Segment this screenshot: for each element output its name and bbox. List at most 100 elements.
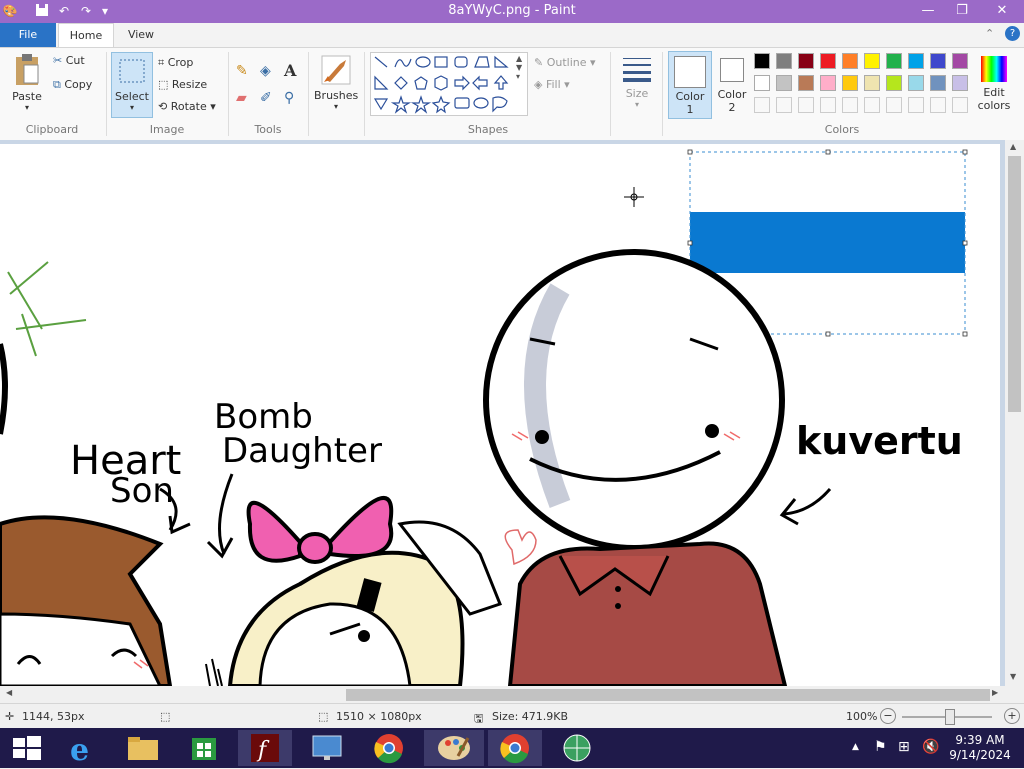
custom-color-slot[interactable] bbox=[798, 97, 814, 113]
chrome-button[interactable] bbox=[362, 730, 416, 766]
custom-color-slot[interactable] bbox=[864, 97, 880, 113]
copy-button[interactable]: ⧉ Copy bbox=[53, 78, 92, 92]
custom-color-slot[interactable] bbox=[776, 97, 792, 113]
chrome-icon-2 bbox=[500, 734, 529, 764]
color-swatch[interactable] bbox=[842, 53, 858, 69]
line-size-icon bbox=[623, 58, 651, 82]
custom-color-slot[interactable] bbox=[842, 97, 858, 113]
close-button[interactable]: ✕ bbox=[980, 0, 1024, 21]
custom-color-slot[interactable] bbox=[952, 97, 968, 113]
maximize-button[interactable]: ❐ bbox=[946, 0, 978, 21]
minimize-button[interactable]: — bbox=[912, 0, 944, 21]
cursor-position: 1144, 53px bbox=[22, 710, 85, 723]
crop-button[interactable]: ⌗ Crop bbox=[158, 56, 193, 70]
color-swatch[interactable] bbox=[864, 53, 880, 69]
color-swatch[interactable] bbox=[798, 53, 814, 69]
custom-color-slot[interactable] bbox=[930, 97, 946, 113]
rotate-icon: ⟲ bbox=[158, 100, 168, 113]
drawing-canvas[interactable]: Heart Son Bomb Daughter kuvertu bbox=[0, 144, 1000, 686]
windows-logo-icon bbox=[13, 736, 41, 760]
shapes-gallery[interactable] bbox=[370, 52, 528, 116]
menu-tabs: File Home View ⌃ ? bbox=[0, 23, 1024, 48]
color-swatch[interactable] bbox=[930, 75, 946, 91]
scroll-left-icon[interactable]: ◀ bbox=[6, 688, 12, 697]
color-swatch[interactable] bbox=[908, 75, 924, 91]
color-swatch[interactable] bbox=[842, 75, 858, 91]
color-swatch[interactable] bbox=[820, 53, 836, 69]
scroll-up-icon[interactable]: ▲ bbox=[1010, 142, 1016, 151]
network-icon[interactable]: ⊞ bbox=[898, 739, 910, 755]
store-button[interactable] bbox=[178, 730, 232, 766]
brushes-button[interactable]: Brushes ▾ bbox=[314, 54, 358, 111]
vertical-scrollbar[interactable]: ▲ ▼ bbox=[1005, 140, 1024, 686]
eraser-icon[interactable]: ▰ bbox=[236, 90, 247, 106]
color-swatch[interactable] bbox=[754, 75, 770, 91]
horizontal-scrollbar[interactable]: ◀ ▶ bbox=[0, 686, 1005, 703]
zoom-in-button[interactable]: + bbox=[1004, 708, 1020, 724]
artwork: Heart Son Bomb Daughter kuvertu bbox=[0, 149, 968, 686]
paint-taskbar-button[interactable] bbox=[424, 730, 484, 766]
volume-muted-icon[interactable]: 🔇 bbox=[922, 739, 939, 755]
custom-color-slot[interactable] bbox=[886, 97, 902, 113]
color-swatch[interactable] bbox=[754, 53, 770, 69]
file-explorer-button[interactable] bbox=[116, 730, 170, 766]
paste-icon bbox=[16, 54, 39, 85]
outline-button[interactable]: ✎ Outline ▾ bbox=[534, 56, 596, 69]
copy-icon: ⧉ bbox=[53, 78, 61, 91]
color-swatch[interactable] bbox=[908, 53, 924, 69]
show-hidden-icons[interactable]: ▲ bbox=[852, 742, 859, 752]
shapes-scroll-icon[interactable]: ▲ ▼ ▾ bbox=[516, 54, 522, 81]
fill-bucket-icon[interactable]: ◈ bbox=[260, 63, 271, 79]
select-button[interactable]: Select ▾ bbox=[111, 52, 153, 118]
color-picker-icon[interactable]: ✐ bbox=[260, 90, 272, 106]
color2-swatch bbox=[720, 58, 744, 82]
color-swatch[interactable] bbox=[864, 75, 880, 91]
start-button[interactable] bbox=[0, 730, 54, 766]
color-swatch[interactable] bbox=[886, 53, 902, 69]
fill-button[interactable]: ◈ Fill ▾ bbox=[534, 78, 570, 91]
chrome-window-button[interactable] bbox=[488, 730, 542, 766]
clock[interactable]: 9:39 AM 9/14/2024 bbox=[948, 733, 1012, 763]
internet-explorer-button[interactable]: e bbox=[54, 730, 108, 768]
color-swatch[interactable] bbox=[952, 53, 968, 69]
vertical-scroll-thumb[interactable] bbox=[1008, 156, 1021, 412]
color-swatch[interactable] bbox=[886, 75, 902, 91]
cut-button[interactable]: ✂ Cut bbox=[53, 54, 85, 67]
remote-desktop-button[interactable] bbox=[300, 730, 354, 766]
custom-color-slot[interactable] bbox=[754, 97, 770, 113]
color-swatch[interactable] bbox=[952, 75, 968, 91]
text-tool-icon[interactable]: A bbox=[284, 61, 296, 80]
edit-colors-button[interactable]: Edit colors bbox=[976, 54, 1012, 112]
help-icon[interactable]: ? bbox=[1005, 26, 1020, 41]
custom-color-slot[interactable] bbox=[908, 97, 924, 113]
paste-button[interactable]: Paste ▾ bbox=[8, 53, 46, 119]
tab-file[interactable]: File bbox=[0, 23, 56, 47]
flash-button[interactable]: f bbox=[238, 730, 292, 766]
action-center-icon[interactable]: ⚑ bbox=[874, 739, 887, 755]
color2-button[interactable]: Color 2 bbox=[714, 54, 750, 114]
color-swatch[interactable] bbox=[820, 75, 836, 91]
paint-palette-icon bbox=[438, 736, 470, 760]
horizontal-scroll-thumb[interactable] bbox=[346, 689, 990, 701]
custom-color-slot[interactable] bbox=[820, 97, 836, 113]
network-app-button[interactable] bbox=[550, 730, 604, 766]
color-swatch[interactable] bbox=[776, 53, 792, 69]
magnifier-icon[interactable]: ⚲ bbox=[284, 90, 294, 106]
color-swatch[interactable] bbox=[798, 75, 814, 91]
tab-home[interactable]: Home bbox=[58, 23, 114, 48]
pencil-icon[interactable]: ✎ bbox=[236, 63, 248, 79]
color-swatch[interactable] bbox=[776, 75, 792, 91]
color1-button[interactable]: Color 1 bbox=[668, 51, 712, 119]
scroll-right-icon[interactable]: ▶ bbox=[992, 688, 998, 697]
svg-text:e: e bbox=[70, 733, 89, 766]
rotate-button[interactable]: ⟲ Rotate ▾ bbox=[158, 100, 216, 113]
zoom-out-button[interactable]: − bbox=[880, 708, 896, 724]
collapse-ribbon-icon[interactable]: ⌃ bbox=[985, 27, 994, 40]
outline-icon: ✎ bbox=[534, 56, 544, 69]
color-swatch[interactable] bbox=[930, 53, 946, 69]
size-button[interactable]: Size ▾ bbox=[618, 54, 656, 109]
scroll-down-icon[interactable]: ▼ bbox=[1010, 672, 1016, 681]
resize-button[interactable]: ⬚ Resize bbox=[158, 78, 207, 91]
tab-view[interactable]: View bbox=[114, 23, 168, 47]
zoom-slider-thumb[interactable] bbox=[945, 709, 955, 725]
